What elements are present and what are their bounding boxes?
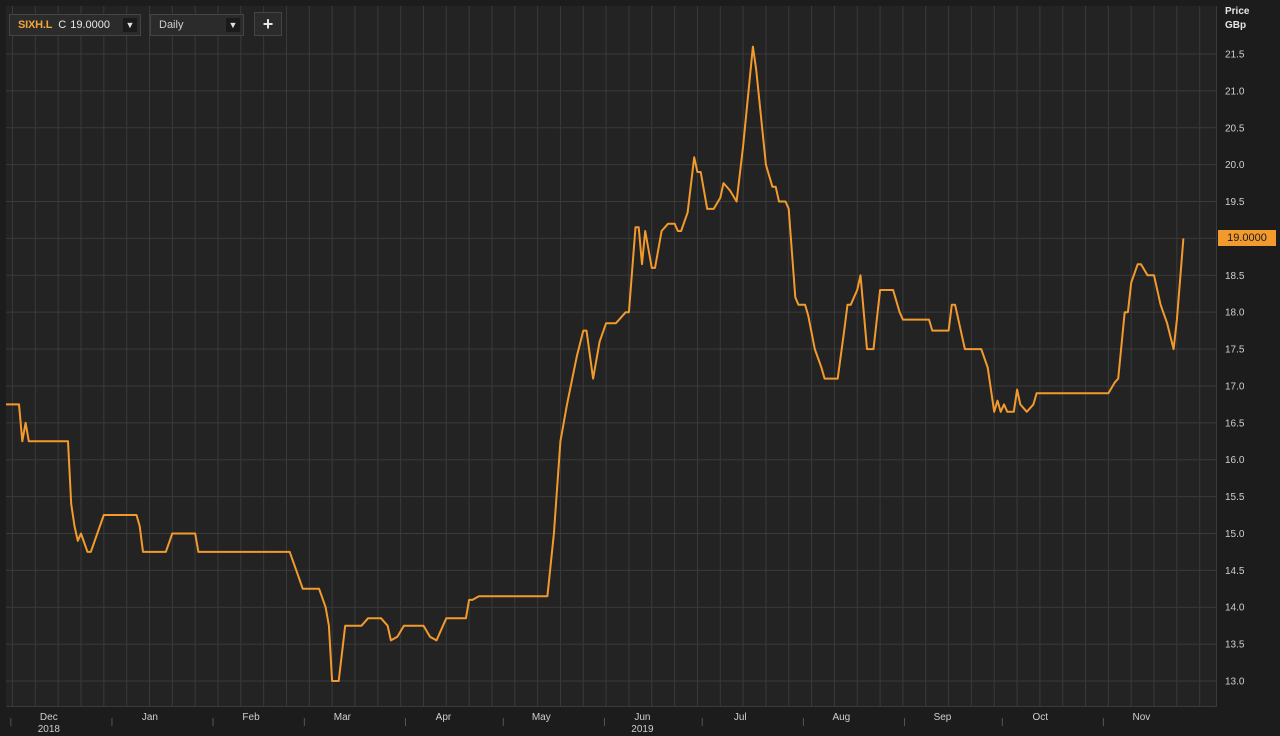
x-tick-label: Feb xyxy=(242,712,260,723)
price-line-series xyxy=(6,45,1185,682)
y-tick-label: 20.0 xyxy=(1225,160,1245,171)
x-axis: Dec Jan Feb Mar Apr May Jun Jul Aug Sep Oct Nov 2018… xyxy=(10,712,1151,735)
y-tick-label: 16.0 xyxy=(1225,455,1245,466)
interval-selector[interactable]: Daily ▼ xyxy=(150,14,244,36)
y-tick-label: 13.5 xyxy=(1225,640,1245,651)
y-tick-label: 15.5 xyxy=(1225,492,1245,503)
triangle-down-icon[interactable]: ▼ xyxy=(123,18,137,32)
close-value: 19.0000 xyxy=(70,19,110,31)
add-button[interactable]: + xyxy=(254,12,282,36)
x-tick-label: May xyxy=(532,712,551,723)
chart-window: 13.0 13.5 14.0 14.5 15.0 15.5 16.0 16.5 17.0 17.5… xyxy=(0,0,1280,736)
axis-title-price: Price xyxy=(1225,6,1250,17)
y-tick-label: 15.0 xyxy=(1225,529,1245,540)
x-tick-label: Sep xyxy=(934,712,952,723)
y-tick-label: 14.0 xyxy=(1225,603,1245,614)
y-tick-label: 17.0 xyxy=(1225,381,1245,392)
axis-title-unit: GBp xyxy=(1225,20,1247,31)
x-tick-label: Apr xyxy=(436,712,452,723)
x-year-label: 2019 xyxy=(631,724,654,735)
x-tick-label: Mar xyxy=(334,712,352,723)
y-tick-label: 16.5 xyxy=(1225,418,1245,429)
y-axis: 13.0 13.5 14.0 14.5 15.0 15.5 16.0 16.5 17.0 17.5… xyxy=(1225,50,1245,688)
y-tick-label: 13.0 xyxy=(1225,677,1245,688)
y-tick-label: 17.5 xyxy=(1225,345,1245,356)
x-tick-label: Jun xyxy=(634,712,650,723)
y-tick-label: 19.5 xyxy=(1225,197,1245,208)
y-tick-label: 21.0 xyxy=(1225,86,1245,97)
grid xyxy=(6,6,1216,706)
plus-icon: + xyxy=(262,14,274,34)
y-tick-label: 21.5 xyxy=(1225,50,1245,61)
triangle-down-icon[interactable]: ▼ xyxy=(226,18,240,32)
interval-value: Daily xyxy=(159,19,184,31)
instrument-selector[interactable]: SIXH.L C 19.0000 ▼ xyxy=(9,14,141,36)
y-tick-label: 14.5 xyxy=(1225,566,1245,577)
x-tick-label: Jul xyxy=(734,712,747,723)
x-tick-label: Aug xyxy=(832,712,850,723)
y-tick-label: 18.0 xyxy=(1225,308,1245,319)
close-prefix: C xyxy=(58,19,67,31)
x-tick-label: Oct xyxy=(1033,712,1049,723)
x-tick-label: Nov xyxy=(1133,712,1151,723)
last-price-tag: 19.0000 xyxy=(1218,230,1276,246)
y-tick-label: 18.5 xyxy=(1225,271,1245,282)
y-tick-label: 20.5 xyxy=(1225,123,1245,134)
x-tick-label: Dec xyxy=(40,712,58,723)
x-tick-label: Jan xyxy=(142,712,158,723)
instrument-ric: SIXH.L xyxy=(18,19,53,31)
x-year-label: 2018 xyxy=(38,724,61,735)
price-chart: 13.0 13.5 14.0 14.5 15.0 15.5 16.0 16.5 17.0 17.5… xyxy=(6,6,1245,735)
